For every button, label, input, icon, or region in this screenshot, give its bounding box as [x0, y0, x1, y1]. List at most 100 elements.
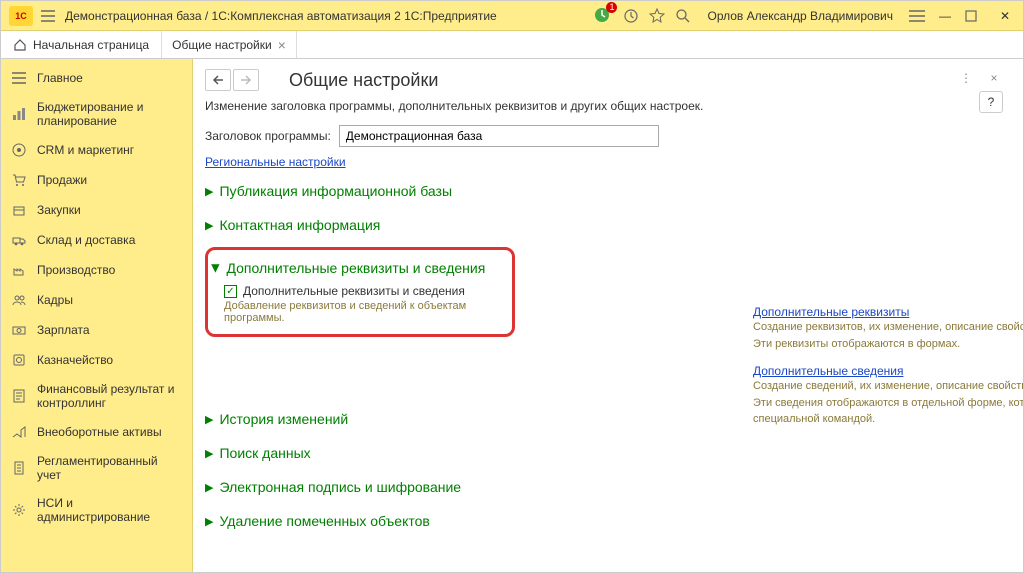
chevron-right-icon: ▶: [205, 447, 213, 460]
chevron-right-icon: ▶: [205, 481, 213, 494]
history-icon[interactable]: [623, 8, 639, 24]
section-signature[interactable]: ▶ Электронная подпись и шифрование: [205, 475, 1003, 499]
target-icon: [11, 142, 27, 158]
sidebar-item-label: Казначейство: [37, 353, 113, 367]
sidebar-item-label: Бюджетирование и планирование: [37, 100, 182, 128]
sidebar-item-crm[interactable]: CRM и маркетинг: [1, 135, 192, 165]
section-delete[interactable]: ▶ Удаление помеченных объектов: [205, 509, 1003, 533]
section-search[interactable]: ▶ Поиск данных: [205, 441, 1003, 465]
right-desc-2a: Создание сведений, их изменение, описани…: [753, 378, 1023, 395]
nav-back-button[interactable]: [205, 69, 231, 91]
section-label: Публикация информационной базы: [219, 183, 452, 199]
truck-icon: [11, 232, 27, 248]
tab-current[interactable]: Общие настройки ×: [162, 31, 297, 58]
sidebar-item-hr[interactable]: Кадры: [1, 285, 192, 315]
user-name[interactable]: Орлов Александр Владимирович: [707, 9, 893, 23]
section-additional-attrs[interactable]: ▶ Дополнительные реквизиты и сведения: [212, 256, 502, 280]
right-column: Дополнительные реквизиты Создание реквиз…: [753, 305, 1023, 440]
additional-info-link[interactable]: Дополнительные сведения: [753, 364, 903, 378]
report-icon: [11, 388, 27, 404]
building-icon: [11, 424, 27, 440]
logo-1c-icon: [9, 6, 33, 26]
list-icon: [11, 70, 27, 86]
chevron-right-icon: ▶: [205, 515, 213, 528]
section-label: Контактная информация: [219, 217, 380, 233]
safe-icon: [11, 352, 27, 368]
page-title: Общие настройки: [289, 70, 438, 91]
titlebar-actions: 1 Орлов Александр Владимирович — ✕: [593, 6, 1015, 26]
additional-attrs-checkbox[interactable]: ✓: [224, 285, 237, 298]
gear-icon: [11, 502, 27, 518]
people-icon: [11, 292, 27, 308]
sidebar-item-label: Кадры: [37, 293, 73, 307]
program-title-input[interactable]: [339, 125, 659, 147]
menu-icon[interactable]: [909, 10, 925, 22]
sidebar-item-assets[interactable]: Внеоборотные активы: [1, 417, 192, 447]
chart-icon: [11, 106, 27, 122]
sidebar-item-treasury[interactable]: Казначейство: [1, 345, 192, 375]
right-desc-2b: Эти сведения отображаются в отдельной фо…: [753, 395, 1023, 428]
main-area: Главное Бюджетирование и планирование CR…: [1, 59, 1023, 572]
home-icon: [13, 38, 27, 52]
section-contact[interactable]: ▶ Контактная информация: [205, 213, 1003, 237]
right-desc-1b: Эти реквизиты отображаются в формах.: [753, 336, 1023, 353]
help-button[interactable]: ?: [979, 91, 1003, 113]
section-label: История изменений: [219, 411, 348, 427]
right-desc-1a: Создание реквизитов, их изменение, описа…: [753, 319, 1023, 336]
star-icon[interactable]: [649, 8, 665, 24]
sidebar-item-label: Зарплата: [37, 323, 90, 337]
tabs-bar: Начальная страница Общие настройки ×: [1, 31, 1023, 59]
additional-attrs-link[interactable]: Дополнительные реквизиты: [753, 305, 909, 319]
chevron-down-icon: ▶: [210, 264, 223, 272]
minimize-button[interactable]: —: [935, 9, 955, 23]
checkbox-description: Добавление реквизитов и сведений к объек…: [224, 300, 502, 324]
chevron-right-icon: ▶: [205, 413, 213, 426]
regional-settings-link[interactable]: Региональные настройки: [205, 155, 346, 169]
section-publication[interactable]: ▶ Публикация информационной базы: [205, 179, 1003, 203]
tab-close-icon[interactable]: ×: [278, 37, 286, 53]
program-title-label: Заголовок программы:: [205, 129, 331, 143]
factory-icon: [11, 262, 27, 278]
content-header: Общие настройки ⋮ ×: [205, 69, 1003, 91]
close-button[interactable]: ✕: [995, 9, 1015, 23]
nav-forward-button[interactable]: [233, 69, 259, 91]
doc-icon: [11, 460, 27, 476]
section-label: Удаление помеченных объектов: [219, 513, 429, 529]
sidebar-item-salary[interactable]: Зарплата: [1, 315, 192, 345]
maximize-button[interactable]: [965, 10, 985, 22]
sidebar-item-label: Производство: [37, 263, 115, 277]
sidebar-item-admin[interactable]: НСИ и администрирование: [1, 489, 192, 531]
section-label: Поиск данных: [219, 445, 310, 461]
sidebar-item-sales[interactable]: Продажи: [1, 165, 192, 195]
box-icon: [11, 202, 27, 218]
more-icon[interactable]: ⋮: [957, 71, 975, 89]
sidebar-item-budgeting[interactable]: Бюджетирование и планирование: [1, 93, 192, 135]
sidebar-item-purchases[interactable]: Закупки: [1, 195, 192, 225]
tab-home[interactable]: Начальная страница: [1, 31, 162, 58]
bell-icon[interactable]: 1: [593, 6, 613, 26]
tab-current-label: Общие настройки: [172, 38, 272, 52]
search-icon[interactable]: [675, 8, 691, 24]
sidebar-item-accounting[interactable]: Регламентированный учет: [1, 447, 192, 489]
program-title-row: Заголовок программы:: [205, 125, 1003, 147]
sidebar-item-label: Регламентированный учет: [37, 454, 182, 482]
section-label: Дополнительные реквизиты и сведения: [226, 260, 485, 276]
page-description: Изменение заголовка программы, дополните…: [205, 99, 1003, 113]
sidebar-item-label: Главное: [37, 71, 83, 85]
sidebar-item-warehouse[interactable]: Склад и доставка: [1, 225, 192, 255]
window-title: Демонстрационная база / 1С:Комплексная а…: [65, 9, 593, 23]
sidebar-item-production[interactable]: Производство: [1, 255, 192, 285]
sidebar-item-finance[interactable]: Финансовый результат и контроллинг: [1, 375, 192, 417]
sidebar-item-label: Внеоборотные активы: [37, 425, 162, 439]
sidebar-item-main[interactable]: Главное: [1, 63, 192, 93]
app-window: Демонстрационная база / 1С:Комплексная а…: [0, 0, 1024, 573]
sidebar-item-label: CRM и маркетинг: [37, 143, 134, 157]
section-label: Электронная подпись и шифрование: [219, 479, 461, 495]
pane-close-icon[interactable]: ×: [985, 71, 1003, 89]
sidebar-item-label: Склад и доставка: [37, 233, 135, 247]
chevron-right-icon: ▶: [205, 219, 213, 232]
sidebar-item-label: НСИ и администрирование: [37, 496, 182, 524]
highlighted-section: ▶ Дополнительные реквизиты и сведения ✓ …: [205, 247, 515, 337]
sidebar-item-label: Продажи: [37, 173, 87, 187]
hamburger-icon[interactable]: [41, 10, 55, 22]
